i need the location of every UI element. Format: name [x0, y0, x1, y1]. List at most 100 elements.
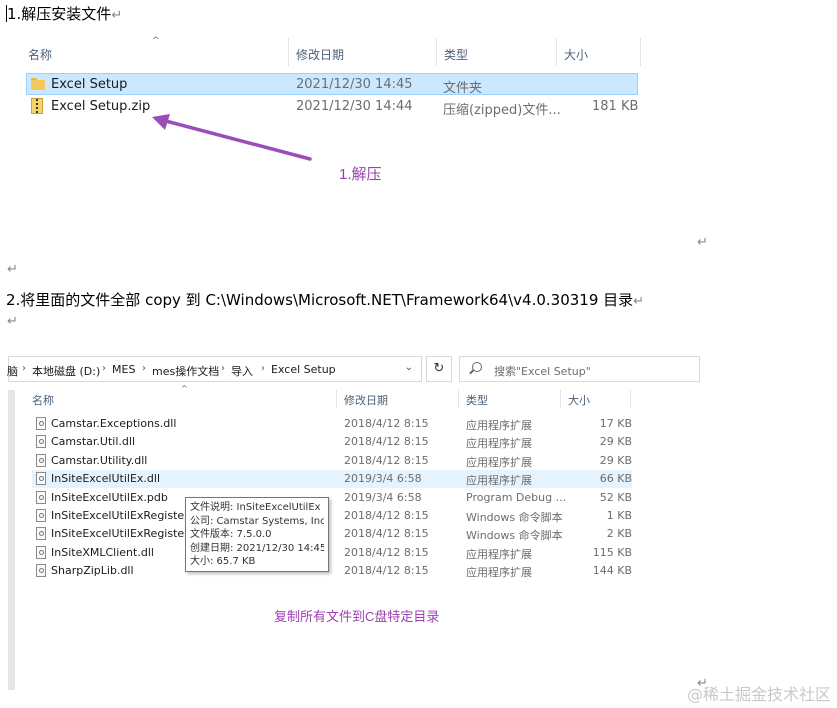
watermark: @稀土掘金技术社区 — [686, 685, 831, 704]
column-header-row: ^ 名称 修改日期 类型 大小 — [8, 32, 700, 72]
tooltip-line: 公司: Camstar Systems, Inc. — [190, 515, 324, 527]
breadcrumb-item[interactable]: Excel Setup — [271, 363, 336, 376]
column-header-row: ^ 名称 修改日期 类型 大小 — [8, 384, 700, 410]
file-row[interactable]: InSiteExcelUtilEx.dll 2019/3/4 6:58 应用程序扩展… — [32, 470, 632, 489]
folder-icon — [31, 78, 45, 90]
step2-heading: 2.将里面的文件全部 copy 到 C:\Windows\Microsoft.N… — [6, 291, 645, 309]
breadcrumb-item[interactable]: 脑 — [7, 363, 18, 379]
file-name: InSiteExcelUtilEx.dll — [51, 472, 161, 486]
file-size: 1 KB — [606, 509, 632, 522]
file-size: 29 KB — [599, 435, 632, 449]
file-type: 应用程序扩展 — [466, 474, 532, 488]
tooltip-line: 大小: 65.7 KB — [190, 556, 256, 567]
file-date: 2019/3/4 6:58 — [344, 490, 422, 504]
column-header-name[interactable]: 名称 — [28, 46, 52, 63]
file-date: 2018/4/12 8:15 — [344, 417, 429, 430]
file-date: 2021/12/30 14:45 — [296, 77, 413, 92]
tooltip-line: 创建日期: 2021/12/30 14:45 — [190, 542, 324, 554]
file-row[interactable]: InSiteXMLClient.dll 2018/4/12 8:15 应用程序扩展 1… — [32, 544, 632, 562]
file-name: InSiteExcelUtilExRegisterFo — [51, 527, 202, 541]
file-name: Camstar.Exceptions.dll — [51, 417, 177, 430]
file-type: Windows 命令脚本 — [466, 529, 563, 543]
file-size: 52 KB — [599, 490, 632, 504]
file-row[interactable]: Camstar.Utility.dll 2018/4/12 8:15 应用程序扩展 2… — [32, 452, 632, 470]
file-type: 压缩(zipped)文件... — [443, 103, 561, 118]
annotation-copy: 复制所有文件到C盘特定目录 — [274, 609, 440, 624]
file-size: 2 KB — [606, 527, 632, 541]
file-date: 2019/3/4 6:58 — [344, 472, 422, 486]
chevron-right-icon: › — [22, 363, 26, 374]
file-row-folder[interactable]: Excel Setup 2021/12/30 14:45 文件夹 — [26, 73, 638, 96]
file-type: 应用程序扩展 — [466, 566, 532, 580]
file-name: InSiteXMLClient.dll — [51, 545, 154, 559]
file-icon — [36, 527, 46, 541]
breadcrumb-item[interactable]: MES — [112, 363, 135, 376]
file-date: 2018/4/12 8:15 — [344, 509, 429, 522]
paragraph-mark: ↵ — [7, 314, 18, 329]
file-icon — [36, 509, 46, 522]
file-name: Camstar.Util.dll — [51, 435, 135, 449]
file-size: 115 KB — [592, 545, 632, 559]
file-row[interactable]: SharpZipLib.dll 2018/4/12 8:15 应用程序扩展 144 K… — [32, 562, 632, 580]
explorer-screenshot-2: 脑 › 本地磁盘 (D:) › MES › mes操作文档 › 导入 › Exc… — [7, 352, 700, 690]
search-input[interactable]: 搜索"Excel Setup" — [459, 356, 700, 382]
sort-ascending-icon: ^ — [152, 36, 160, 46]
breadcrumb-item[interactable]: 本地磁盘 (D:) — [32, 363, 100, 379]
file-row[interactable]: InSiteExcelUtilExRegister.cm 2018/4/12 8:… — [32, 507, 632, 525]
file-size: 181 KB — [592, 99, 639, 114]
file-row[interactable]: Camstar.Exceptions.dll 2018/4/12 8:15 应用程序… — [32, 415, 632, 433]
file-name: Camstar.Utility.dll — [51, 453, 148, 467]
address-bar[interactable]: 脑 › 本地磁盘 (D:) › MES › mes操作文档 › 导入 › Exc… — [7, 356, 422, 382]
file-type: 文件夹 — [443, 81, 483, 96]
file-date: 2018/4/12 8:15 — [344, 527, 429, 541]
file-icon — [36, 490, 46, 504]
search-icon — [472, 362, 482, 372]
refresh-button[interactable]: ↻ — [426, 356, 452, 382]
file-icon — [36, 435, 46, 449]
sort-ascending-icon: ^ — [181, 384, 188, 393]
file-date: 2018/4/12 8:15 — [344, 564, 429, 578]
file-type: Program Debug ... — [466, 490, 567, 504]
file-size: 66 KB — [599, 472, 632, 486]
file-type: Windows 命令脚本 — [466, 511, 563, 524]
annotation-unzip: 1.解压 — [339, 166, 382, 183]
chevron-right-icon: › — [221, 363, 225, 374]
file-date: 2018/4/12 8:15 — [344, 435, 429, 449]
breadcrumb-item[interactable]: 导入 — [231, 363, 253, 379]
file-date: 2018/4/12 8:15 — [344, 545, 429, 559]
search-placeholder: 搜索"Excel Setup" — [494, 365, 591, 378]
file-icon — [36, 472, 46, 486]
file-type: 应用程序扩展 — [466, 455, 532, 469]
file-row[interactable]: InSiteExcelUtilExRegisterFo 2018/4/12 8:1… — [32, 525, 632, 543]
file-name: Excel Setup.zip — [51, 99, 151, 114]
file-row-zip[interactable]: Excel Setup.zip 2021/12/30 14:44 压缩(zipp… — [26, 96, 638, 118]
file-info-tooltip: 文件说明: InSiteExcelUtilEx 公司: Camstar Syst… — [185, 497, 329, 572]
tooltip-line: 文件版本: 7.5.0.0 — [190, 529, 272, 540]
file-icon — [36, 545, 46, 559]
breadcrumb-item[interactable]: mes操作文档 — [152, 363, 219, 379]
file-icon — [36, 453, 46, 467]
arrow-annotation — [152, 114, 312, 161]
file-name: SharpZipLib.dll — [51, 564, 134, 578]
explorer-screenshot-1: ^ 名称 修改日期 类型 大小 Excel Setup 2021/12/30 1… — [8, 32, 700, 247]
zip-icon — [31, 98, 43, 114]
file-name: InSiteExcelUtilEx.pdb — [51, 490, 168, 504]
column-header-type[interactable]: 类型 — [444, 46, 468, 63]
file-size: 17 KB — [599, 417, 632, 430]
file-row[interactable]: InSiteExcelUtilEx.pdb 2019/3/4 6:58 Progra… — [32, 489, 632, 507]
file-type: 应用程序扩展 — [466, 419, 532, 432]
column-header-type[interactable]: 类型 — [466, 392, 488, 408]
column-header-date[interactable]: 修改日期 — [344, 392, 388, 408]
file-size: 29 KB — [599, 453, 632, 467]
file-icon — [36, 564, 46, 578]
file-date: 2018/4/12 8:15 — [344, 453, 429, 467]
paragraph-mark: ↵ — [7, 262, 18, 277]
chevron-down-icon[interactable]: ⌄ — [405, 362, 413, 373]
file-row[interactable]: Camstar.Util.dll 2018/4/12 8:15 应用程序扩展 29 K… — [32, 433, 632, 451]
column-header-size[interactable]: 大小 — [564, 46, 588, 63]
column-header-date[interactable]: 修改日期 — [296, 46, 344, 63]
paragraph-mark: ↵ — [697, 235, 708, 250]
column-header-name[interactable]: 名称 — [32, 392, 54, 408]
file-icon — [36, 417, 46, 430]
column-header-size[interactable]: 大小 — [568, 392, 590, 408]
